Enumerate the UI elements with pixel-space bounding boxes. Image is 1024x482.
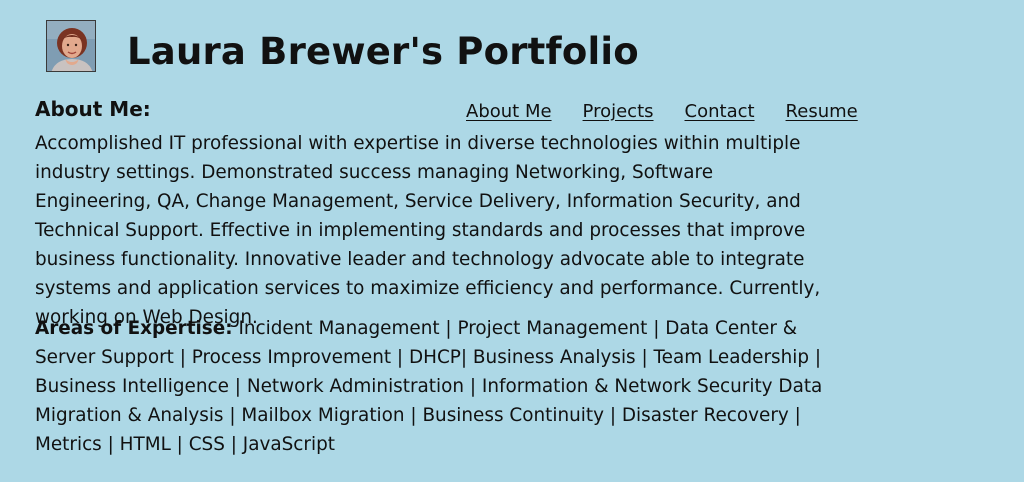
header [46, 20, 96, 72]
expertise-paragraph: Areas of Expertise: Incident Management … [35, 314, 840, 459]
about-paragraph: Accomplished IT professional with expert… [35, 133, 821, 328]
nav-link-resume[interactable]: Resume [786, 101, 858, 122]
nav-link-about-me[interactable]: About Me [466, 101, 552, 122]
site-title: Laura Brewer's Portfolio [127, 30, 639, 73]
about-heading: About Me: [35, 97, 151, 121]
avatar [46, 20, 96, 72]
nav-link-projects[interactable]: Projects [583, 101, 654, 122]
avatar-photo-icon [47, 21, 95, 71]
nav-link-contact[interactable]: Contact [685, 101, 755, 122]
expertise-label: Areas of Expertise: [35, 318, 233, 339]
main-nav: About Me Projects Contact Resume [466, 101, 858, 122]
